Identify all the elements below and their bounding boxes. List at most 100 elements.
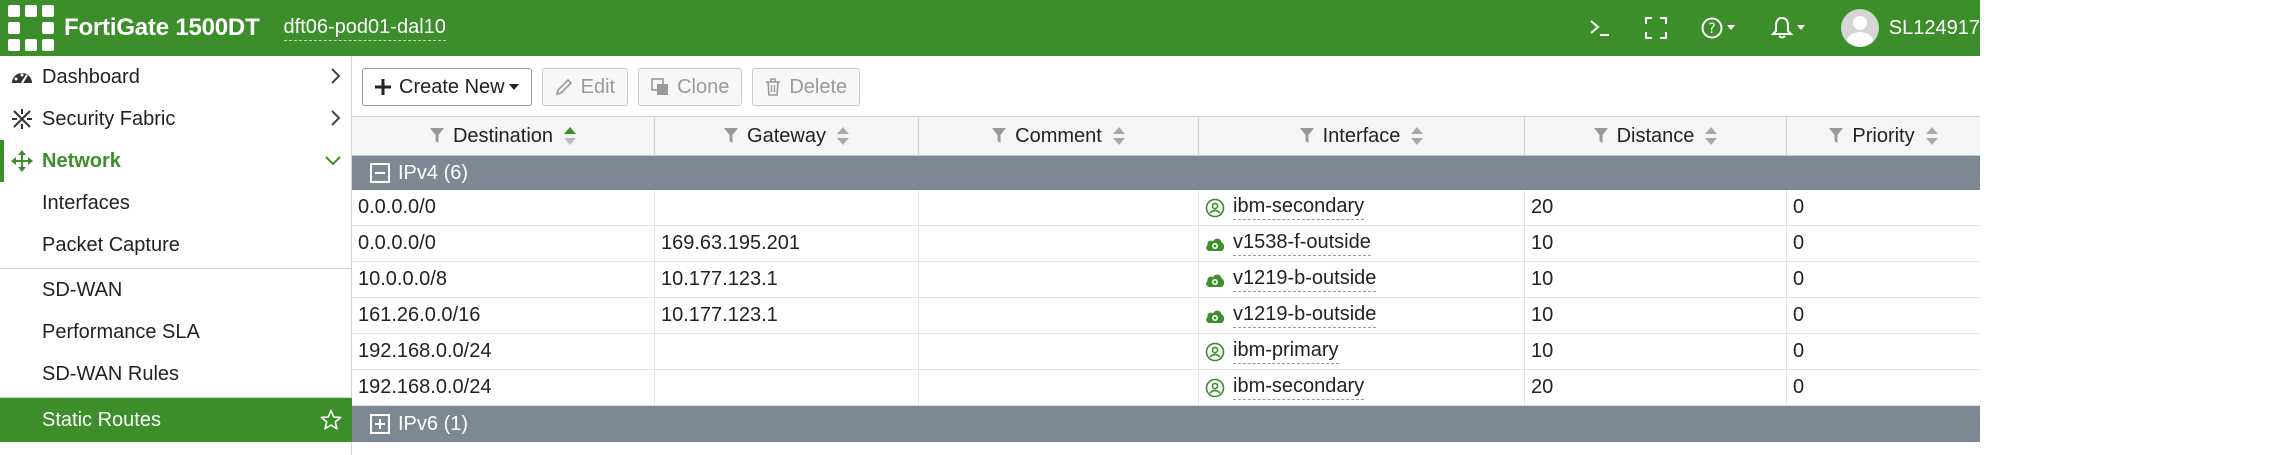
- interface-link[interactable]: ibm-primary: [1205, 339, 1339, 364]
- cell-interface: v1538-f-outside: [1199, 226, 1525, 261]
- sidebar-item-interfaces[interactable]: Interfaces: [0, 182, 352, 224]
- filter-icon[interactable]: [991, 127, 1007, 145]
- sort-icon[interactable]: [1925, 126, 1939, 146]
- hostname-link[interactable]: dft06-pod01-dal10: [283, 16, 446, 41]
- sidebar-item-packet-capture[interactable]: Packet Capture: [0, 224, 352, 266]
- edit-button[interactable]: Edit: [541, 68, 629, 106]
- cell-distance: 20: [1525, 370, 1787, 405]
- cell-comment: [919, 334, 1199, 369]
- column-header-priority[interactable]: Priority: [1787, 117, 1980, 155]
- sidebar-item-performance-sla[interactable]: Performance SLA: [0, 311, 352, 353]
- device-name: FortiGate 1500DT: [64, 14, 260, 41]
- cell-priority: 0: [1793, 340, 1805, 362]
- column-header-comment[interactable]: Comment: [919, 117, 1199, 155]
- column-label: Destination: [452, 124, 554, 147]
- cell-distance: 10: [1525, 226, 1787, 261]
- column-label: Interface: [1322, 124, 1401, 147]
- cell-destination: 192.168.0.0/24: [352, 334, 655, 369]
- sidebar: Dashboard Security Fabric Network Interf…: [0, 56, 352, 455]
- expand-icon[interactable]: [370, 414, 390, 434]
- sort-icon[interactable]: [836, 126, 850, 146]
- delete-button[interactable]: Delete: [752, 68, 861, 106]
- cell-gateway: 10.177.123.1: [655, 262, 919, 297]
- group-label: IPv6 (1): [398, 412, 469, 435]
- sidebar-item-label: Security Fabric: [42, 107, 176, 130]
- column-label: Gateway: [747, 124, 826, 147]
- filter-icon[interactable]: [429, 127, 445, 145]
- cli-console-icon[interactable]: [1589, 0, 1611, 56]
- sort-icon[interactable]: [1704, 126, 1718, 146]
- cell-gateway: [655, 190, 919, 225]
- clone-button[interactable]: Clone: [638, 68, 743, 106]
- cell-priority: 0: [1793, 304, 1805, 326]
- fullscreen-icon[interactable]: [1644, 0, 1667, 56]
- fortinet-logo: [8, 5, 54, 51]
- sidebar-item-sd-wan-rules[interactable]: SD-WAN Rules: [0, 353, 352, 395]
- filter-icon[interactable]: [1593, 127, 1609, 145]
- table-header: Destination Gateway Comment Interface Di…: [352, 116, 1980, 156]
- cell-interface: v1219-b-outside: [1199, 298, 1525, 333]
- sidebar-item-network[interactable]: Network: [0, 140, 352, 182]
- delete-label: Delete: [789, 75, 848, 98]
- cell-interface: ibm-secondary: [1199, 190, 1525, 225]
- chevron-down-icon: [324, 150, 342, 176]
- sidebar-item-dashboard[interactable]: Dashboard: [0, 56, 352, 98]
- user-avatar[interactable]: [1840, 9, 1879, 47]
- collapse-icon[interactable]: [370, 163, 390, 183]
- cell-comment: [919, 190, 1199, 225]
- table-row[interactable]: 161.26.0.0/16 10.177.123.1 v1219-b-outside…: [352, 298, 1980, 334]
- dashboard-icon: [8, 68, 36, 86]
- column-header-gateway[interactable]: Gateway: [655, 117, 919, 155]
- column-header-distance[interactable]: Distance: [1525, 117, 1787, 155]
- column-header-interface[interactable]: Interface: [1199, 117, 1525, 155]
- interface-link[interactable]: ibm-secondary: [1205, 195, 1365, 220]
- pencil-icon: [555, 78, 573, 96]
- username[interactable]: SL124917: [1889, 17, 1980, 40]
- filter-icon[interactable]: [1299, 127, 1315, 145]
- sort-icon[interactable]: [1112, 126, 1126, 146]
- cell-gateway: 10.177.123.1: [655, 298, 919, 333]
- filter-icon[interactable]: [1828, 127, 1844, 145]
- group-row-ipv4[interactable]: IPv4 (6): [352, 156, 1980, 190]
- sidebar-item-security-fabric[interactable]: Security Fabric: [0, 98, 352, 140]
- filter-icon[interactable]: [723, 127, 739, 145]
- table-row[interactable]: 192.168.0.0/24 ibm-secondary 20 0: [352, 370, 1980, 406]
- table-row[interactable]: 0.0.0.0/0 ibm-secondary 20 0: [352, 190, 1980, 226]
- svg-text:?: ?: [1708, 21, 1715, 37]
- interface-link[interactable]: v1219-b-outside: [1205, 267, 1377, 292]
- clone-icon: [651, 78, 669, 96]
- cell-gateway: [655, 334, 919, 369]
- sort-icon[interactable]: [1410, 126, 1424, 146]
- sidebar-item-static-routes[interactable]: Static Routes: [0, 398, 352, 442]
- group-row-ipv6[interactable]: IPv6 (1): [352, 406, 1980, 442]
- table-row[interactable]: 0.0.0.0/0 169.63.195.201 v1538-f-outside 10…: [352, 226, 1980, 262]
- interface-label: ibm-primary: [1233, 339, 1339, 364]
- cell-destination: 10.0.0.0/8: [352, 262, 655, 297]
- cell-comment: [919, 226, 1199, 261]
- help-icon[interactable]: ?: [1701, 0, 1737, 56]
- create-new-button[interactable]: Create New: [362, 68, 532, 106]
- interface-link[interactable]: v1219-b-outside: [1205, 303, 1377, 328]
- table-row[interactable]: 10.0.0.0/8 10.177.123.1 v1219-b-outside 10 0: [352, 262, 1980, 298]
- chevron-right-icon: [330, 108, 342, 134]
- interface-label: ibm-secondary: [1233, 375, 1365, 400]
- notifications-bell-icon[interactable]: [1770, 0, 1807, 56]
- sidebar-item-label: Packet Capture: [42, 233, 180, 256]
- wan-interface-icon: [1205, 271, 1225, 289]
- network-icon: [8, 150, 36, 172]
- group-label: IPv4 (6): [398, 161, 469, 184]
- table-row[interactable]: 192.168.0.0/24 ibm-primary 10 0: [352, 334, 1980, 370]
- cell-priority: 0: [1793, 196, 1805, 218]
- column-label: Priority: [1852, 124, 1915, 147]
- column-header-destination[interactable]: Destination: [352, 117, 655, 155]
- security-fabric-icon: [8, 108, 36, 130]
- interface-link[interactable]: v1538-f-outside: [1205, 231, 1371, 256]
- interface-link[interactable]: ibm-secondary: [1205, 375, 1365, 400]
- cell-distance: 20: [1525, 190, 1787, 225]
- tunnel-interface-icon: [1205, 342, 1225, 362]
- sort-ascending-icon[interactable]: [563, 126, 577, 146]
- trash-icon: [765, 78, 781, 96]
- sidebar-item-sd-wan[interactable]: SD-WAN: [0, 269, 352, 311]
- favorite-star-icon[interactable]: [320, 409, 342, 437]
- sidebar-item-label: Performance SLA: [42, 320, 200, 343]
